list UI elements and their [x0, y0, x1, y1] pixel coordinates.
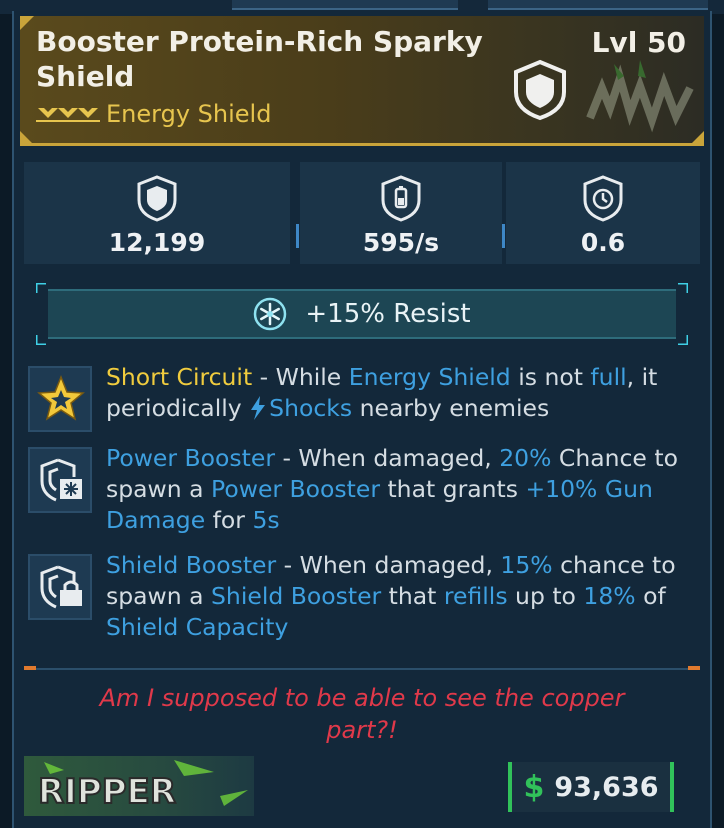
perk-text-segment: - While [252, 363, 349, 391]
star-burst-icon [37, 374, 85, 421]
perk-text-segment: - When damaged, [276, 551, 501, 579]
perk-text-segment: - When damaged, [274, 444, 500, 472]
manufacturer-logo-text: RIPPER [38, 772, 176, 812]
item-header: Booster Protein-Rich Sparky Shield Lvl 5… [20, 16, 704, 146]
item-type-row: Energy Shield [36, 100, 271, 128]
perk-keyword: refills [443, 582, 508, 610]
perk-description: Shield Booster - When damaged, 15% chanc… [106, 550, 694, 643]
stat-recharge-rate: 595/s [300, 162, 502, 264]
manufacturer-banner: RIPPER [24, 756, 254, 816]
currency-icon: $ [523, 769, 545, 805]
stat-recharge-delay: 0.6 [506, 162, 700, 264]
perk-icon-frame [28, 447, 92, 513]
resist-banner: +15% Resist [36, 283, 688, 345]
perk-keyword: 5s [252, 506, 280, 534]
stat-value: 595/s [362, 228, 440, 257]
shield-booster-plus-icon [40, 458, 82, 502]
perk-description: Short Circuit - While Energy Shield is n… [106, 362, 694, 424]
stat-value: 0.6 [580, 228, 626, 257]
recharge-rate-icon [381, 175, 421, 222]
perk-text-segment: up to [507, 582, 584, 610]
resist-bar: +15% Resist [48, 289, 676, 339]
item-level: Lvl 50 [591, 26, 686, 59]
shield-booster-lock-icon [40, 565, 82, 609]
perk-keyword: Shield Capacity [106, 613, 289, 641]
lightning-bolt-icon [251, 396, 266, 420]
perk-text-segment: for [205, 506, 253, 534]
bracket-corner [36, 335, 46, 345]
perk-description: Power Booster - When damaged, 20% Chance… [106, 443, 694, 536]
perk-keyword: Shield Booster [211, 582, 382, 610]
perk-icon-frame [28, 554, 92, 620]
perk-icon-frame [28, 366, 92, 432]
stat-capacity: 12,199 [24, 162, 290, 264]
perk-keyword: full [590, 363, 627, 391]
rarity-chevrons-icon [36, 108, 100, 122]
stat-value: 12,199 [108, 228, 206, 257]
perk-text-segment: that [381, 582, 444, 610]
perk-text-segment: nearby enemies [352, 394, 550, 422]
perk-keyword: Power Booster [211, 475, 380, 503]
flavor-divider [24, 668, 700, 670]
stat-divider [502, 224, 505, 248]
item-footer: RIPPER $ 93,636 [24, 756, 700, 816]
background-tab [232, 0, 458, 10]
manufacturer-watermark [586, 60, 694, 133]
perk-text-segment: of [635, 582, 666, 610]
perk-text-segment: is not [510, 363, 591, 391]
recharge-delay-icon [583, 175, 623, 222]
item-price: $ 93,636 [508, 762, 674, 812]
bracket-corner [36, 283, 46, 293]
resist-label: +15% Resist [305, 299, 471, 329]
ripper-logo-icon: RIPPER [37, 760, 248, 813]
perk-keyword: 15% [500, 551, 553, 579]
perk-title: Power Booster [106, 444, 275, 472]
background-tab [488, 0, 708, 10]
divider-accent [24, 666, 36, 670]
item-name: Booster Protein-Rich Sparky Shield [36, 25, 483, 93]
stats-row: 12,199 595/s 0.6 [24, 162, 700, 264]
header-corner [20, 16, 34, 30]
divider-accent [688, 666, 700, 670]
cryo-snowflake-icon [254, 297, 287, 331]
shield-badge-icon [514, 59, 566, 121]
bracket-corner [678, 283, 688, 293]
perk-title: Short Circuit [106, 363, 253, 391]
price-amount: 93,636 [554, 771, 659, 803]
perk-text-segment: that grants [380, 475, 526, 503]
header-corner [20, 131, 32, 143]
stat-divider [296, 224, 299, 248]
perk-keyword: Shocks [269, 394, 353, 422]
shield-capacity-icon [137, 175, 177, 222]
flavor-text: Am I supposed to be able to see the copp… [99, 684, 625, 744]
perk-keyword: 18% [583, 582, 636, 610]
bracket-corner [678, 335, 688, 345]
perk-title: Shield Booster [106, 551, 277, 579]
perk-keyword: 20% [499, 444, 552, 472]
item-type: Energy Shield [106, 100, 272, 128]
perk-keyword: Energy Shield [348, 363, 511, 391]
